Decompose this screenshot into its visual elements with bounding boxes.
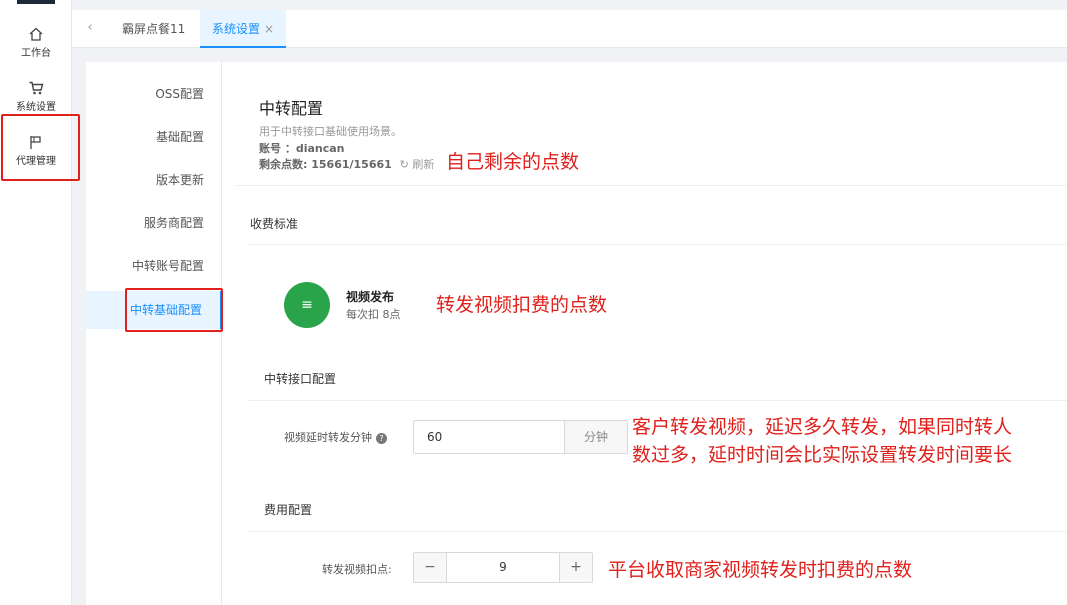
delay-unit-addon: 分钟 (564, 421, 627, 453)
increment-button[interactable]: + (559, 553, 592, 582)
content-area: 中转配置 用于中转接口基础使用场景。 账号 ：diancan 剩余点数: 156… (236, 62, 1067, 605)
page-description: 用于中转接口基础使用场景。 (259, 125, 402, 138)
annotation-delay-note-line1: 客户转发视频，延迟多久转发，如果同时转人 (632, 416, 1013, 438)
deduct-points-input[interactable]: 9 (447, 553, 559, 582)
annotation-delay-note-line2: 数过多，延时时间会比实际设置转发时间要长 (632, 444, 1013, 466)
refresh-label: 刷新 (412, 158, 435, 171)
decrement-button[interactable]: − (414, 553, 447, 582)
divider (248, 244, 1067, 245)
delay-input-group: 60 分钟 (413, 420, 628, 454)
menu-item-oss[interactable]: OSS配置 (86, 75, 222, 113)
rail-item-workbench[interactable]: 工作台 (0, 26, 72, 59)
tab-label: 霸屏点餐11 (122, 22, 186, 36)
refresh-button[interactable]: ↻ 刷新 (400, 158, 435, 171)
annotation-deduct-note: 平台收取商家视频转发时扣费的点数 (608, 559, 913, 581)
fee-item-title: 视频发布 (346, 290, 395, 304)
section-title-fee-standard: 收费标准 (250, 217, 299, 231)
page-title: 中转配置 (259, 99, 324, 118)
menu-item-relay-account[interactable]: 中转账号配置 (86, 247, 222, 285)
main-panel: OSS配置 基础配置 版本更新 服务商配置 中转账号配置 中转基础配置 中转配置… (86, 62, 1067, 605)
close-icon[interactable]: × (264, 22, 274, 36)
rail-logo-bar (17, 0, 55, 4)
divider (248, 531, 1067, 532)
divider (236, 185, 1067, 186)
tab-label: 系统设置 (212, 22, 261, 36)
tab-bar: ‹ 霸屏点餐11 系统设置 × (72, 10, 1067, 48)
delay-label-text: 视频延时转发分钟 (284, 431, 372, 444)
tab-bapin-diancan[interactable]: 霸屏点餐11 (110, 10, 197, 48)
cart-icon (29, 81, 44, 95)
fee-item-subtitle: 每次扣 8点 (346, 308, 401, 321)
annotation-box-relay-basic (125, 288, 223, 332)
deduct-label: 转发视频扣点: (322, 563, 392, 576)
deduct-points-stepper: − 9 + (413, 552, 593, 583)
menu-item-basic[interactable]: 基础配置 (86, 118, 222, 156)
section-title-cost-config: 费用配置 (264, 503, 313, 517)
help-icon[interactable]: ? (376, 433, 387, 444)
refresh-icon: ↻ (399, 158, 409, 171)
list-icon: ≡ (284, 282, 330, 328)
left-rail: 工作台 系统设置 代理管理 (0, 0, 72, 605)
home-icon (29, 27, 43, 41)
menu-item-version[interactable]: 版本更新 (86, 161, 222, 199)
remaining-points: 剩余点数: 15661/15661 ↻ 刷新 (259, 156, 434, 172)
annotation-fee-note: 转发视频扣费的点数 (436, 294, 608, 316)
rail-item-system-settings[interactable]: 系统设置 (0, 80, 72, 113)
rail-item-label: 系统设置 (16, 102, 56, 113)
tab-system-settings[interactable]: 系统设置 × (200, 10, 287, 48)
section-title-relay-config: 中转接口配置 (264, 372, 337, 386)
account-text: 账号 ：diancan (259, 142, 345, 155)
menu-item-provider[interactable]: 服务商配置 (86, 204, 222, 242)
delay-label: 视频延时转发分钟? (284, 429, 387, 445)
points-text: 剩余点数: 15661/15661 (259, 158, 392, 171)
divider (248, 400, 1067, 401)
chevron-left-icon[interactable]: ‹ (82, 20, 98, 36)
annotation-box-agent-management (1, 114, 80, 181)
annotation-points-note: 自己剩余的点数 (446, 151, 580, 173)
settings-menu: OSS配置 基础配置 版本更新 服务商配置 中转账号配置 中转基础配置 (86, 62, 222, 605)
delay-minutes-input[interactable]: 60 (414, 421, 564, 453)
rail-item-label: 工作台 (21, 48, 51, 59)
